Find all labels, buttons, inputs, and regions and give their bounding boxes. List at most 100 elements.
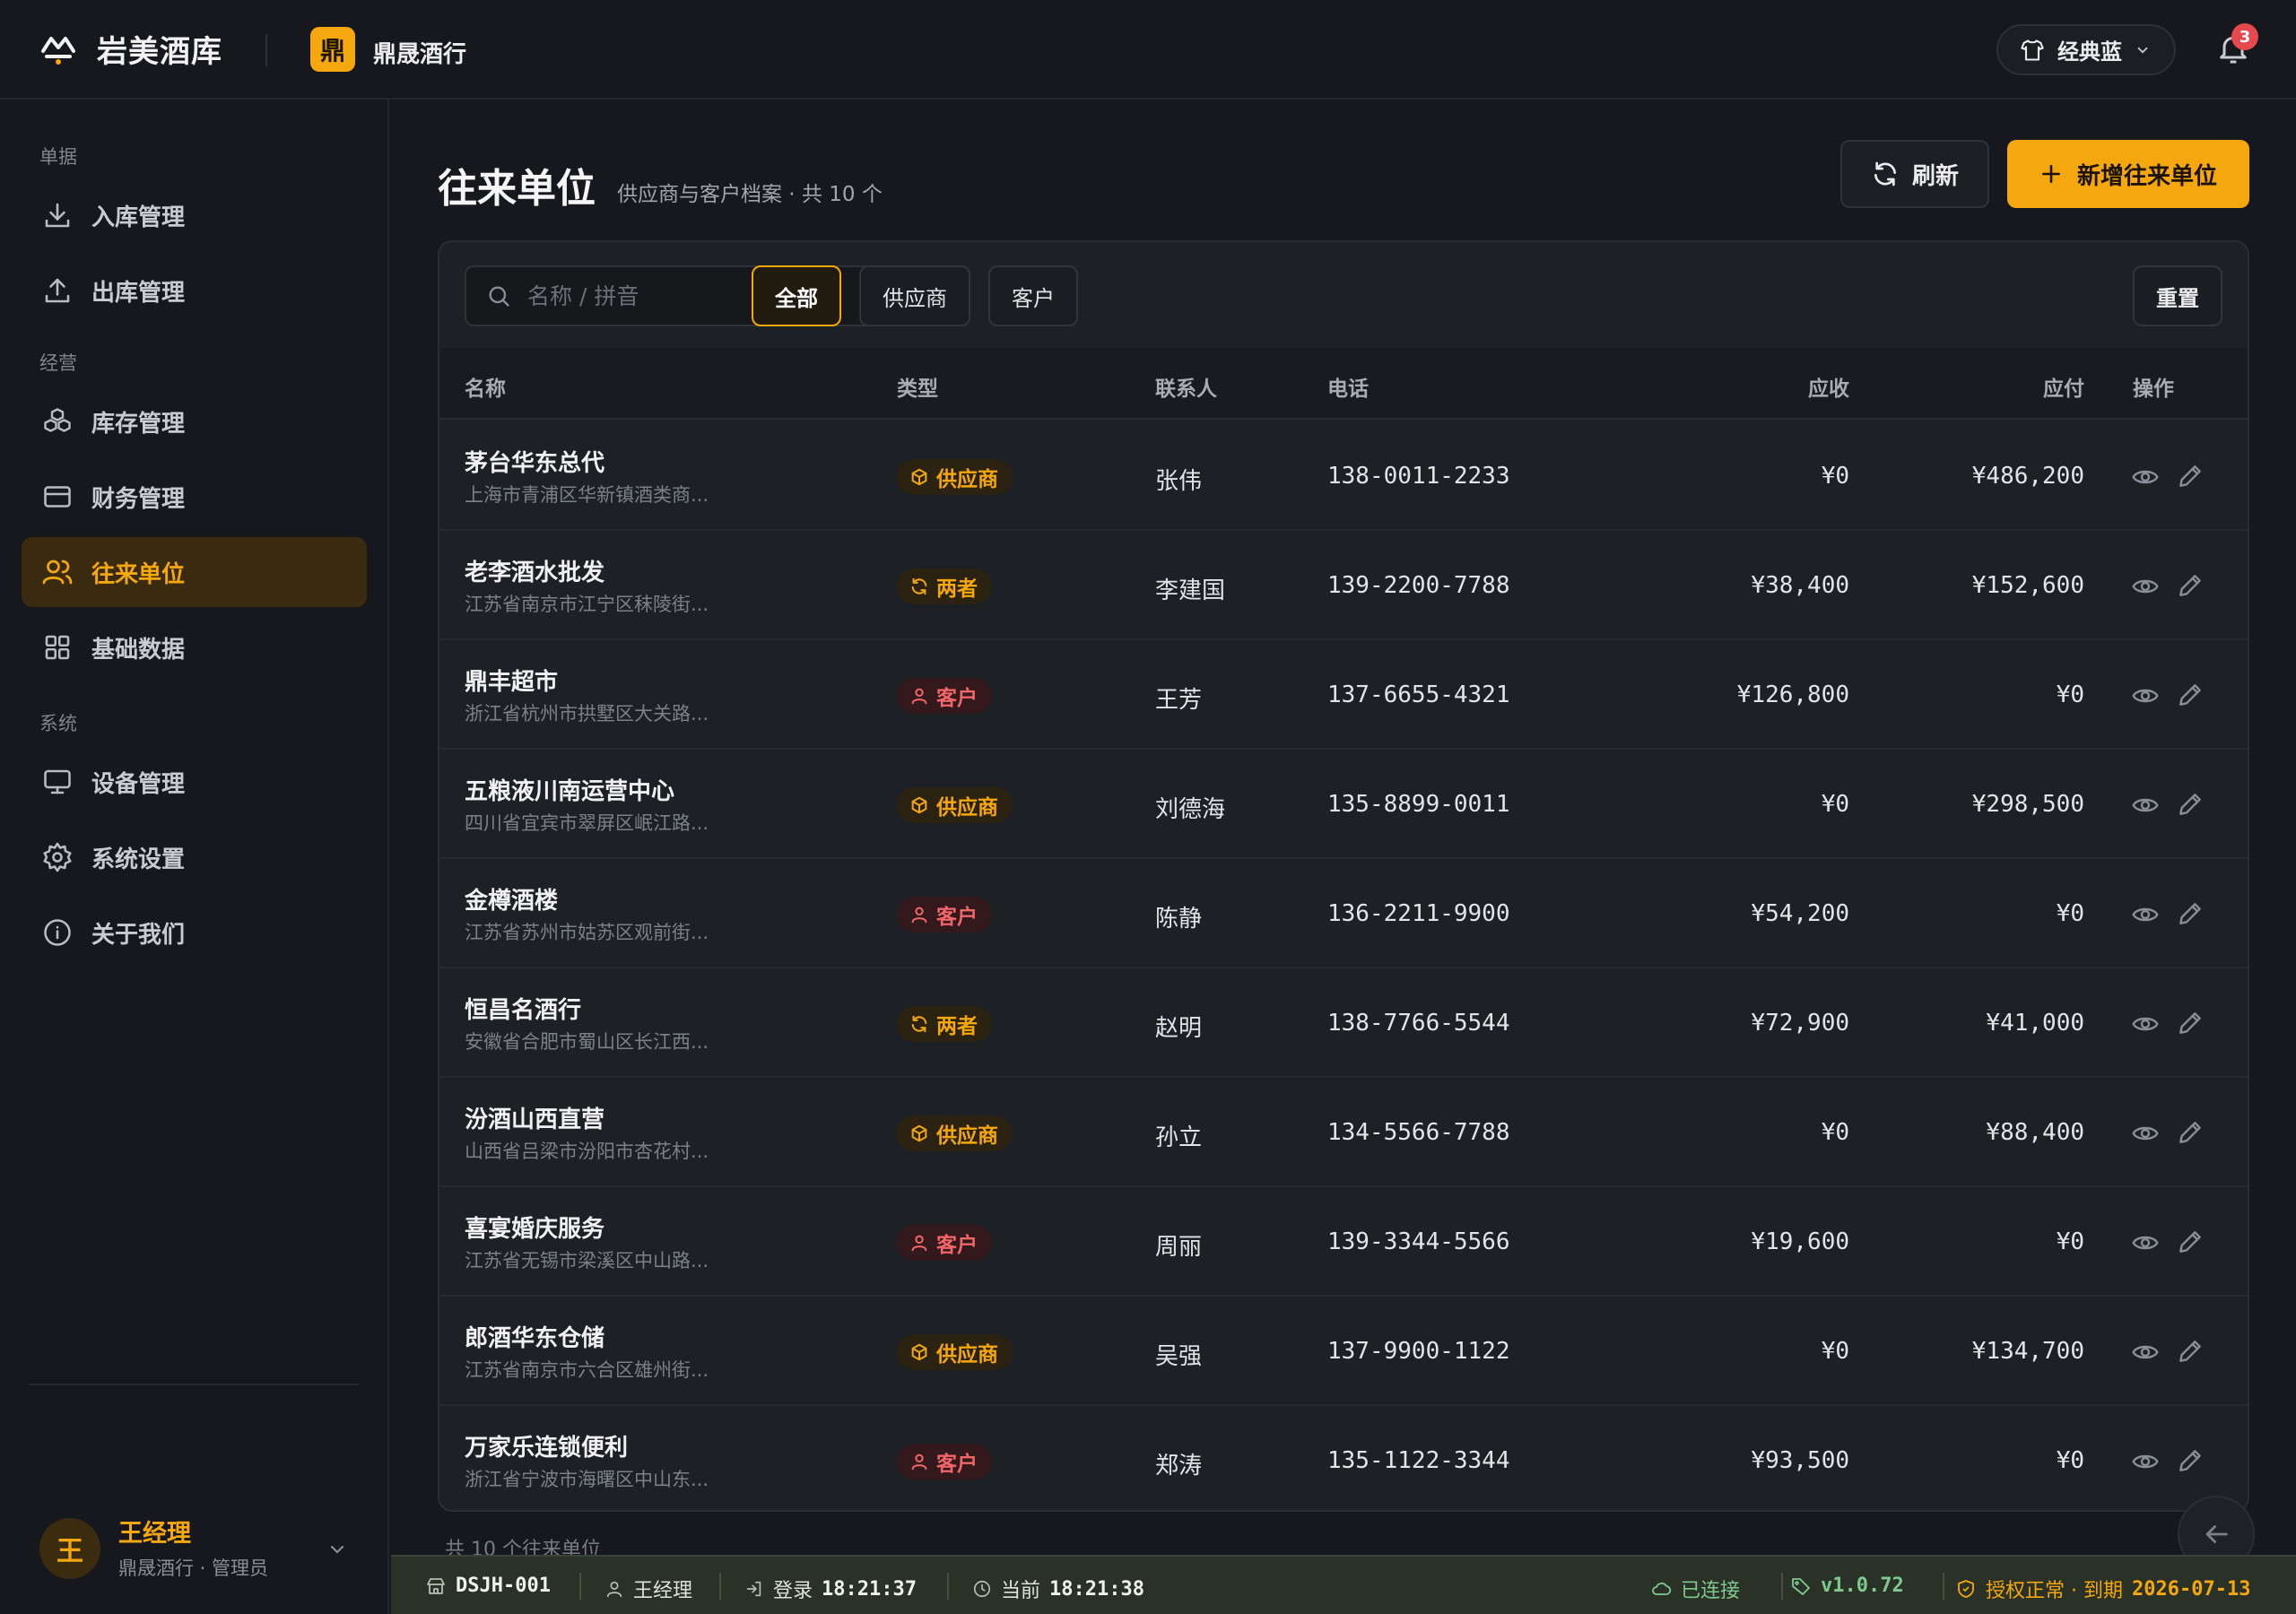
edit-icon[interactable] [2176, 1337, 2205, 1366]
view-icon[interactable] [2131, 681, 2160, 710]
view-icon[interactable] [2131, 572, 2160, 601]
edit-icon[interactable] [2176, 899, 2205, 928]
column-header-type[interactable]: 类型 [897, 371, 938, 402]
sidebar-item-outbound[interactable]: 出库管理 [22, 256, 367, 325]
sidebar-item-label: 设备管理 [91, 770, 186, 798]
partner-address: 山西省吕梁市汾阳市杏花村... [465, 1141, 709, 1162]
type-badge: 两者 [897, 1006, 992, 1042]
person-icon [911, 1453, 927, 1471]
users-icon [42, 560, 73, 585]
view-icon[interactable] [2131, 1228, 2160, 1257]
theme-label: 经典蓝 [2057, 39, 2122, 65]
avatar[interactable]: 王 [39, 1518, 100, 1579]
view-icon[interactable] [2131, 900, 2160, 929]
receivable-amount: ¥19,600 [1751, 1228, 1849, 1255]
view-icon[interactable] [2131, 463, 2160, 491]
reset-button[interactable]: 重置 [2133, 265, 2222, 326]
chevron-down-icon[interactable] [326, 1539, 348, 1560]
table-row[interactable]: 万家乐连锁便利 浙江省宁波市海曙区中山东... 客户 郑涛 135-1122-3344 ¥… [439, 1406, 2248, 1510]
arrow-left-icon [2205, 1525, 2228, 1543]
edit-icon[interactable] [2176, 1009, 2205, 1037]
table-row[interactable]: 五粮液川南运营中心 四川省宜宾市翠屏区岷江路... 供应商 刘德海 135-8899-0… [439, 750, 2248, 859]
sidebar-item-partners[interactable]: 往来单位 [22, 537, 367, 607]
table-row[interactable]: 汾酒山西直营 山西省吕梁市汾阳市杏花村... 供应商 孙立 134-5566-7788 ¥… [439, 1078, 2248, 1187]
box-icon [911, 468, 927, 486]
partner-address: 浙江省杭州市拱墅区大关路... [465, 703, 709, 725]
sidebar-item-label: 往来单位 [91, 560, 186, 588]
add-partner-button[interactable]: 新增往来单位 [2007, 140, 2249, 208]
credit-card-icon [44, 486, 71, 508]
sidebar-item-finance[interactable]: 财务管理 [22, 462, 367, 532]
partner-address: 江苏省无锡市梁溪区中山路... [465, 1250, 709, 1271]
device-icon [427, 1577, 445, 1594]
table-row[interactable]: 茅台华东总代 上海市青浦区华新镇酒类商... 供应商 张伟 138-0011-2233 ¥… [439, 421, 2248, 531]
upload-icon [45, 278, 70, 303]
edit-icon[interactable] [2176, 1228, 2205, 1256]
table-row[interactable]: 鼎丰超市 浙江省杭州市拱墅区大关路... 客户 王芳 137-6655-4321 ¥126… [439, 640, 2248, 750]
view-icon[interactable] [2131, 791, 2160, 820]
filter-all[interactable]: 全部 [752, 265, 841, 326]
sidebar-item-label: 财务管理 [91, 485, 186, 513]
person-icon [911, 1235, 927, 1252]
edit-icon[interactable] [2176, 681, 2205, 709]
column-header-receivable[interactable]: 应收 [1808, 371, 1849, 402]
table-row[interactable]: 恒昌名酒行 安徽省合肥市蜀山区长江西... 两者 赵明 138-7766-5544 ¥72… [439, 968, 2248, 1078]
column-header-phone[interactable]: 电话 [1327, 371, 1369, 402]
refresh-button[interactable]: 刷新 [1840, 140, 1989, 208]
table-row[interactable]: 老李酒水批发 江苏省南京市江宁区秣陵街... 两者 李建国 139-2200-7788 ¥… [439, 531, 2248, 640]
tag-icon [1792, 1577, 1810, 1595]
column-header-contact[interactable]: 联系人 [1155, 371, 1217, 402]
sidebar-item-inbound[interactable]: 入库管理 [22, 180, 367, 250]
refresh-label: 刷新 [1911, 162, 1959, 190]
login-icon [746, 1581, 761, 1597]
app-title: 岩美酒库 [97, 34, 222, 70]
receivable-amount: ¥0 [1821, 1119, 1849, 1146]
sidebar-item-about[interactable]: 关于我们 [22, 898, 367, 968]
status-bar: DSJH-001 王经理 登录 18:21:37 当前 18:21:38 已连接… [391, 1555, 2296, 1614]
store-name: 鼎晟酒行 [373, 41, 467, 68]
phone-number: 138-7766-5544 [1327, 1010, 1510, 1037]
theme-selector-button[interactable]: 经典蓝 [1996, 24, 2176, 75]
partner-address: 江苏省南京市江宁区秣陵街... [465, 594, 709, 615]
edit-icon[interactable] [2176, 571, 2205, 600]
filter-customer[interactable]: 客户 [988, 265, 1078, 326]
sidebar-item-settings[interactable]: 系统设置 [22, 822, 367, 892]
sidebar-divider [29, 1384, 359, 1385]
view-icon[interactable] [2131, 1119, 2160, 1148]
cloud-icon [1652, 1582, 1672, 1595]
partner-address: 四川省宜宾市翠屏区岷江路... [465, 812, 709, 834]
type-label: 客户 [936, 906, 978, 929]
edit-icon[interactable] [2176, 790, 2205, 819]
view-icon[interactable] [2131, 1338, 2160, 1367]
receivable-amount: ¥54,200 [1751, 900, 1849, 927]
info-icon [44, 919, 71, 946]
sidebar-item-devices[interactable]: 设备管理 [22, 747, 367, 817]
current-label: 当前 [1001, 1580, 1041, 1602]
type-badge: 客户 [897, 678, 992, 714]
table-row[interactable]: 喜宴婚庆服务 江苏省无锡市梁溪区中山路... 客户 周丽 139-3344-5566 ¥1… [439, 1187, 2248, 1297]
receivable-amount: ¥93,500 [1751, 1447, 1849, 1474]
column-header-payable[interactable]: 应付 [2043, 371, 2084, 402]
edit-icon[interactable] [2176, 1118, 2205, 1147]
sidebar-item-master-data[interactable]: 基础数据 [22, 612, 367, 682]
status-user: 王经理 [604, 1575, 692, 1603]
type-label: 供应商 [936, 468, 998, 491]
plus-icon [2042, 165, 2060, 183]
store-badge: 鼎 [310, 27, 355, 72]
sidebar-item-inventory[interactable]: 库存管理 [22, 386, 367, 456]
phone-number: 135-8899-0011 [1327, 791, 1510, 818]
filter-supplier[interactable]: 供应商 [859, 265, 970, 326]
top-divider [265, 34, 267, 66]
view-icon[interactable] [2131, 1447, 2160, 1476]
login-time: 18:21:37 [822, 1577, 917, 1601]
payable-amount: ¥298,500 [1971, 791, 2084, 818]
view-icon[interactable] [2131, 1010, 2160, 1038]
user-name[interactable]: 王经理 [118, 1514, 191, 1549]
receivable-amount: ¥0 [1821, 1338, 1849, 1365]
column-header-name[interactable]: 名称 [465, 371, 506, 402]
partner-name: 老李酒水批发 [465, 560, 605, 586]
edit-icon[interactable] [2176, 1446, 2205, 1475]
table-row[interactable]: 金樽酒楼 江苏省苏州市姑苏区观前街... 客户 陈静 136-2211-9900 ¥54,… [439, 859, 2248, 968]
table-row[interactable]: 郎酒华东仓储 江苏省南京市六合区雄州街... 供应商 吴强 137-9900-1122 ¥… [439, 1297, 2248, 1406]
edit-icon[interactable] [2176, 462, 2205, 490]
